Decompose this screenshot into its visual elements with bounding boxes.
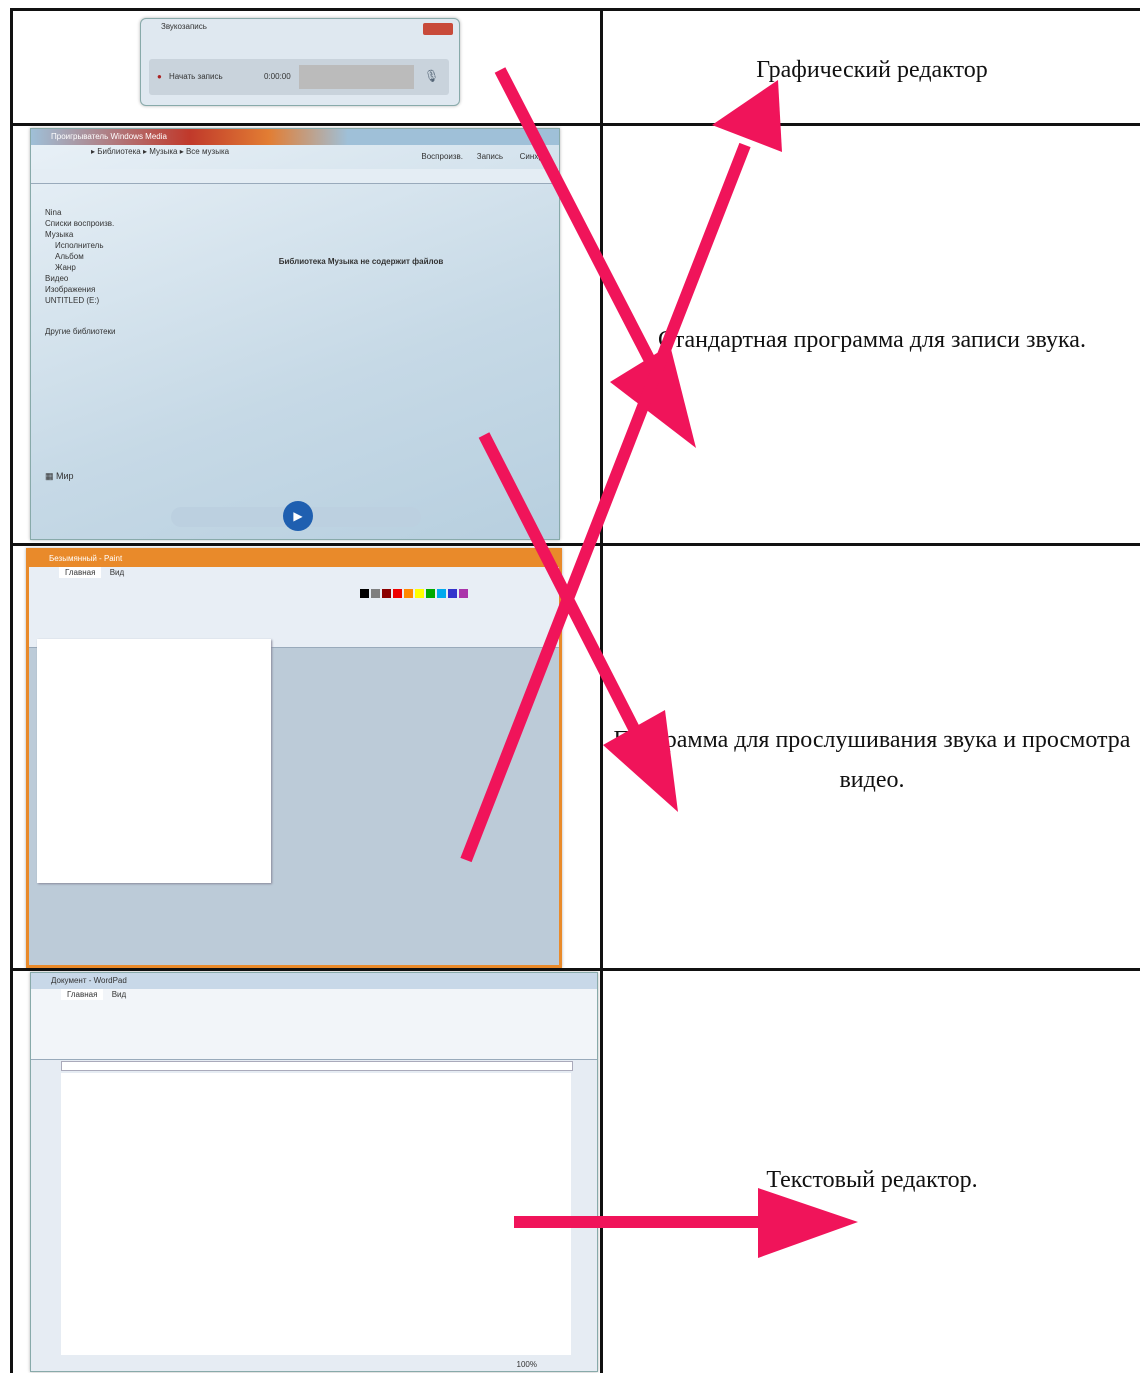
arrow-3-head — [603, 710, 678, 812]
arrow-2-head — [712, 80, 782, 152]
arrows-layer — [460, 67, 858, 1258]
arrow-1 — [494, 67, 666, 383]
arrow-4-head — [758, 1188, 858, 1258]
arrow-3 — [478, 432, 656, 763]
arrow-2 — [460, 142, 751, 863]
